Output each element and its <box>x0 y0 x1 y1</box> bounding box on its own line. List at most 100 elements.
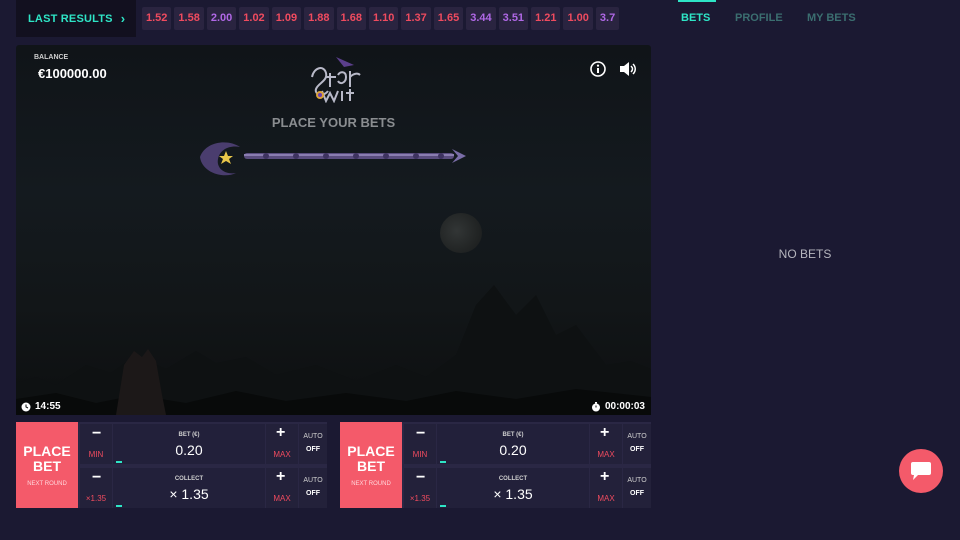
min-label: MIN <box>88 450 104 459</box>
auto-label: AUTO <box>303 477 323 484</box>
result-chip: 1.02 <box>239 7 269 30</box>
timer-value: 00:00:03 <box>604 401 645 412</box>
auto-value: OFF <box>306 446 320 453</box>
auto-collect-toggle[interactable]: AUTO OFF <box>623 468 651 508</box>
chat-button[interactable] <box>899 449 943 493</box>
auto-label: AUTO <box>627 433 647 440</box>
tab-bets[interactable]: BETS <box>681 12 710 24</box>
auto-label: AUTO <box>303 433 323 440</box>
field-indicator <box>440 505 446 507</box>
multiplier-broom <box>200 142 466 176</box>
place-bet-button[interactable]: PLACE BET NEXT ROUND <box>16 422 78 508</box>
collect-field[interactable]: COLLECT × 1.35 <box>113 468 265 508</box>
result-chip: 1.00 <box>563 7 593 30</box>
place-bet-button[interactable]: PLACE BET NEXT ROUND <box>340 422 402 508</box>
plus-icon: + <box>600 468 610 485</box>
collect-row: − ×1.35 COLLECT × 1.35 + MAX AUTO OFF <box>78 466 327 508</box>
bet-amount-field[interactable]: BET (€) 0.20 <box>113 424 265 464</box>
result-chip: 3.7 <box>595 7 620 30</box>
collect-row: − ×1.35 COLLECT × 1.35 + MAX AUTO OFF <box>402 466 651 508</box>
result-chip: 1.52 <box>142 7 172 30</box>
last-results-label: LAST RESULTS <box>28 12 113 25</box>
collect-decrease-button[interactable]: − ×1.35 <box>404 468 436 508</box>
plus-icon: + <box>600 424 610 441</box>
last-results-button[interactable]: LAST RESULTS › <box>16 0 136 37</box>
minus-icon: − <box>92 425 102 442</box>
next-round-label: NEXT ROUND <box>351 480 391 487</box>
results-list: 1.52 1.58 2.00 1.02 1.09 1.88 1.68 1.10 … <box>142 7 652 30</box>
bet-amount-field[interactable]: BET (€) 0.20 <box>437 424 589 464</box>
game-canvas: BALANCE €100000.00 PLACE YOUR BETS 14:55… <box>16 45 651 415</box>
collect-field[interactable]: COLLECT × 1.35 <box>437 468 589 508</box>
field-indicator <box>116 505 122 507</box>
field-indicator <box>116 461 122 463</box>
result-chip: 1.21 <box>531 7 561 30</box>
moon <box>440 213 482 253</box>
min-label: MIN <box>412 450 428 459</box>
sidebar-tabs: BETS PROFILE MY BETS <box>666 0 960 37</box>
result-chip: 3.51 <box>498 7 529 30</box>
bet-decrease-button[interactable]: − MIN <box>80 424 112 464</box>
place-bet-label: PLACE BET <box>23 442 71 474</box>
minus-icon: − <box>92 469 102 486</box>
auto-value: OFF <box>630 446 644 453</box>
minus-icon: − <box>416 469 426 486</box>
game-logo <box>311 57 361 103</box>
result-chip: 1.58 <box>174 7 204 30</box>
next-round-label: NEXT ROUND <box>27 480 67 487</box>
auto-bet-toggle[interactable]: AUTO OFF <box>623 424 651 464</box>
auto-value: OFF <box>630 490 644 497</box>
scenery-silhouette <box>16 285 651 415</box>
round-timer: 00:00:03 <box>591 401 645 412</box>
bet-panel-2: PLACE BET NEXT ROUND − MIN BET (€) 0.20 … <box>340 422 651 508</box>
result-chip: 2.00 <box>206 7 237 30</box>
tab-my-bets[interactable]: MY BETS <box>807 12 856 24</box>
max-label: MAX <box>273 450 291 459</box>
bet-increase-button[interactable]: + MAX <box>266 424 298 464</box>
result-chip: 1.09 <box>271 7 302 30</box>
auto-bet-toggle[interactable]: AUTO OFF <box>299 424 327 464</box>
result-chip: 3.44 <box>466 7 496 30</box>
tab-profile[interactable]: PROFILE <box>735 12 783 24</box>
collect-label: COLLECT <box>498 476 528 482</box>
result-chip: 1.10 <box>368 7 399 30</box>
bet-increase-button[interactable]: + MAX <box>590 424 622 464</box>
collect-max-label: MAX <box>597 494 615 503</box>
bet-panel-1: PLACE BET NEXT ROUND − MIN BET (€) 0.20 … <box>16 422 327 508</box>
info-icon[interactable] <box>590 61 606 77</box>
balance-value: €100000.00 <box>38 66 107 81</box>
collect-increase-button[interactable]: + MAX <box>590 468 622 508</box>
result-chip: 1.65 <box>433 7 464 30</box>
collect-min-label: ×1.35 <box>85 494 107 503</box>
collect-min-label: ×1.35 <box>409 494 431 503</box>
bet-decrease-button[interactable]: − MIN <box>404 424 436 464</box>
collect-value: × 1.35 <box>493 486 533 502</box>
collect-increase-button[interactable]: + MAX <box>266 468 298 508</box>
active-tab-indicator <box>678 0 716 2</box>
result-chip: 1.88 <box>304 7 334 30</box>
field-indicator <box>440 461 446 463</box>
balance-label: BALANCE <box>34 54 69 61</box>
chevron-right-icon: › <box>120 11 126 26</box>
collect-value: × 1.35 <box>169 486 209 502</box>
sound-icon[interactable] <box>619 61 637 77</box>
clock: 14:55 <box>21 401 61 412</box>
plus-icon: + <box>276 468 286 485</box>
max-label: MAX <box>597 450 615 459</box>
result-chip: 1.37 <box>401 7 431 30</box>
clock-time: 14:55 <box>35 401 61 412</box>
result-chip: 1.68 <box>336 7 366 30</box>
collect-label: COLLECT <box>174 476 204 482</box>
auto-label: AUTO <box>627 477 647 484</box>
collect-decrease-button[interactable]: − ×1.35 <box>80 468 112 508</box>
plus-icon: + <box>276 424 286 441</box>
round-status: PLACE YOUR BETS <box>271 115 396 130</box>
empty-bets-message: NO BETS <box>778 247 832 261</box>
auto-value: OFF <box>306 490 320 497</box>
bet-row: − MIN BET (€) 0.20 + MAX AUTO OFF <box>78 422 327 464</box>
bet-value: 0.20 <box>499 442 527 458</box>
auto-collect-toggle[interactable]: AUTO OFF <box>299 468 327 508</box>
bet-row: − MIN BET (€) 0.20 + MAX AUTO OFF <box>402 422 651 464</box>
clock-icon <box>21 402 31 411</box>
chat-icon <box>911 462 931 480</box>
